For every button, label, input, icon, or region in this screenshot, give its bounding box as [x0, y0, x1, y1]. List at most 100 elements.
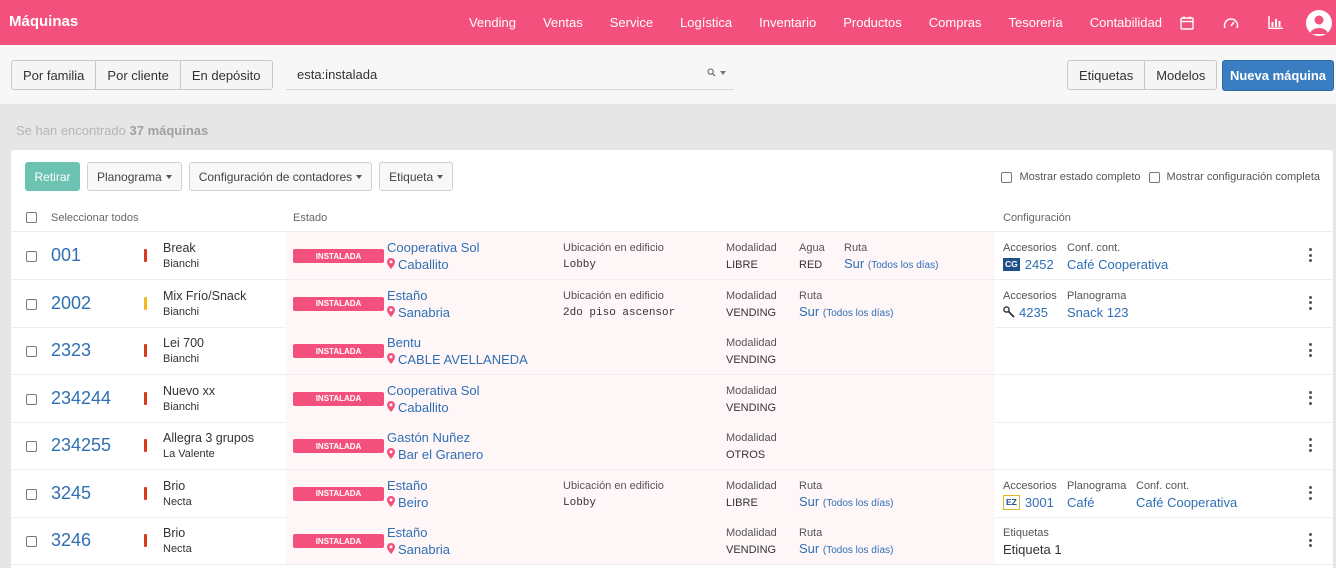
- client-link[interactable]: Estaño: [387, 525, 427, 540]
- config-value-link[interactable]: Café: [1067, 495, 1094, 510]
- nav-inventario[interactable]: Inventario: [759, 15, 816, 30]
- location-link[interactable]: Sanabria: [387, 305, 450, 320]
- machine-model: Allegra 3 grupos: [163, 431, 255, 445]
- calendar-icon[interactable]: [1174, 10, 1200, 36]
- select-all-checkbox[interactable]: [26, 212, 37, 223]
- table-row[interactable]: 2323 Lei 700 Bianchi INSTALADA Bentu CABLE AV…: [11, 327, 1333, 375]
- ruta-label: Ruta: [799, 527, 823, 539]
- en-deposito-button[interactable]: En depósito: [180, 60, 273, 90]
- show-config-label[interactable]: Mostrar configuración completa: [1167, 171, 1320, 183]
- location-link[interactable]: Beiro: [387, 495, 428, 510]
- row-checkbox[interactable]: [26, 441, 37, 452]
- machine-number[interactable]: 3246: [51, 530, 91, 551]
- planograma-dropdown[interactable]: Planograma: [87, 162, 182, 191]
- por-cliente-button[interactable]: Por cliente: [96, 60, 181, 90]
- nueva-maquina-button[interactable]: Nueva máquina: [1222, 60, 1334, 91]
- row-checkbox[interactable]: [26, 251, 37, 262]
- row-menu-icon[interactable]: [1307, 343, 1313, 357]
- client-link[interactable]: Bentu: [387, 335, 421, 350]
- row-checkbox[interactable]: [26, 346, 37, 357]
- nav-tesoreria[interactable]: Tesorería: [1009, 15, 1063, 30]
- ruta-link[interactable]: Sur (Todos los días): [844, 256, 938, 271]
- client-link[interactable]: Cooperativa Sol: [387, 383, 480, 398]
- location-link[interactable]: Bar el Granero: [387, 447, 483, 462]
- nav-logistica[interactable]: Logística: [680, 15, 732, 30]
- row-menu-icon[interactable]: [1307, 533, 1313, 547]
- table-row[interactable]: 234244 Nuevo xx Bianchi INSTALADA Cooperativ…: [11, 374, 1333, 423]
- modelos-button[interactable]: Modelos: [1145, 60, 1218, 90]
- show-state-checkbox[interactable]: [1001, 171, 1013, 183]
- machine-number[interactable]: 234255: [51, 435, 111, 456]
- config-value-link[interactable]: Café Cooperativa: [1136, 495, 1237, 510]
- app-title[interactable]: Máquinas: [9, 13, 78, 30]
- search-input[interactable]: esta:instalada: [286, 60, 734, 90]
- machine-brand: Bianchi: [163, 305, 200, 318]
- status-badge: INSTALADA: [293, 534, 384, 548]
- config-label: Planograma: [1067, 479, 1127, 492]
- row-checkbox[interactable]: [26, 536, 37, 547]
- search-query[interactable]: esta:instalada: [297, 67, 377, 82]
- config-value-link[interactable]: 4235: [1003, 305, 1048, 320]
- config-value-link[interactable]: Snack 123: [1067, 305, 1128, 320]
- location-link[interactable]: Caballito: [387, 257, 449, 272]
- select-all-label[interactable]: Seleccionar todos: [51, 212, 138, 224]
- location-link[interactable]: Sanabria: [387, 542, 450, 557]
- ubicacion-value: 2do piso ascensor: [563, 306, 676, 319]
- config-label: Accesorios: [1003, 289, 1057, 302]
- location-link[interactable]: Caballito: [387, 400, 449, 415]
- retirar-button[interactable]: Retirar: [25, 162, 80, 191]
- catalog-button-group: Etiquetas Modelos: [1067, 60, 1218, 90]
- user-avatar-icon[interactable]: [1306, 9, 1332, 36]
- map-pin-icon: [387, 352, 395, 367]
- etiquetas-button[interactable]: Etiquetas: [1067, 60, 1146, 90]
- config-contadores-dropdown[interactable]: Configuración de contadores: [188, 162, 373, 191]
- client-link[interactable]: Estaño: [387, 288, 427, 303]
- machine-color-bar: [144, 249, 147, 262]
- config-value-link[interactable]: CG 2452: [1003, 257, 1054, 272]
- nav-ventas[interactable]: Ventas: [543, 15, 583, 30]
- machine-number[interactable]: 2002: [51, 293, 91, 314]
- location-link[interactable]: CABLE AVELLANEDA: [387, 352, 528, 367]
- row-checkbox[interactable]: [26, 298, 37, 310]
- row-menu-icon[interactable]: [1307, 248, 1313, 262]
- etiqueta-dropdown[interactable]: Etiqueta: [379, 162, 454, 191]
- row-menu-icon[interactable]: [1307, 485, 1313, 500]
- row-menu-icon[interactable]: [1307, 295, 1313, 310]
- machine-number[interactable]: 234244: [51, 388, 111, 409]
- show-state-label[interactable]: Mostrar estado completo: [1019, 171, 1140, 183]
- table-row[interactable]: 001 Break Bianchi INSTALADA Cooperativa Sol C…: [11, 232, 1333, 280]
- machine-number[interactable]: 3245: [51, 483, 91, 504]
- machine-number[interactable]: 2323: [51, 340, 91, 361]
- nav-service[interactable]: Service: [610, 15, 653, 30]
- client-link[interactable]: Gastón Nuñez: [387, 430, 470, 445]
- map-pin-icon: [387, 542, 395, 557]
- nav-contabilidad[interactable]: Contabilidad: [1090, 15, 1162, 30]
- table-row[interactable]: 3246 Brio Necta INSTALADA Estaño Sanabria Moda…: [11, 517, 1333, 565]
- row-menu-icon[interactable]: [1307, 390, 1313, 405]
- ruta-link[interactable]: Sur (Todos los días): [799, 494, 893, 509]
- config-value-link[interactable]: EZ 3001: [1003, 494, 1054, 510]
- bar-chart-icon[interactable]: [1262, 10, 1288, 36]
- agua-label: Agua: [799, 242, 825, 254]
- speedometer-icon[interactable]: [1218, 10, 1244, 36]
- nav-vending[interactable]: Vending: [469, 15, 516, 30]
- row-checkbox[interactable]: [26, 393, 37, 405]
- ruta-link[interactable]: Sur (Todos los días): [799, 541, 893, 556]
- ruta-link[interactable]: Sur (Todos los días): [799, 304, 893, 319]
- table-row[interactable]: 234255 Allegra 3 grupos La Valente INSTALAD…: [11, 422, 1333, 470]
- row-checkbox[interactable]: [26, 488, 37, 500]
- client-link[interactable]: Cooperativa Sol: [387, 240, 480, 255]
- ruta-name: Sur: [799, 493, 820, 509]
- table-row[interactable]: 2002 Mix Frío/Snack Bianchi INSTALADA Estaño…: [11, 279, 1333, 328]
- config-value-link[interactable]: Café Cooperativa: [1067, 257, 1168, 272]
- row-menu-icon[interactable]: [1307, 438, 1313, 452]
- nav-productos[interactable]: Productos: [843, 15, 902, 30]
- show-config-checkbox[interactable]: [1148, 171, 1160, 183]
- nav-compras[interactable]: Compras: [929, 15, 982, 30]
- search-dropdown-icon[interactable]: [707, 68, 726, 77]
- por-familia-button[interactable]: Por familia: [11, 60, 97, 90]
- client-link[interactable]: Estaño: [387, 478, 427, 493]
- table-row[interactable]: 3245 Brio Necta INSTALADA Estaño Beiro Ubicaci…: [11, 469, 1333, 518]
- modalidad-value: VENDING: [726, 306, 777, 319]
- machine-number[interactable]: 001: [51, 245, 81, 266]
